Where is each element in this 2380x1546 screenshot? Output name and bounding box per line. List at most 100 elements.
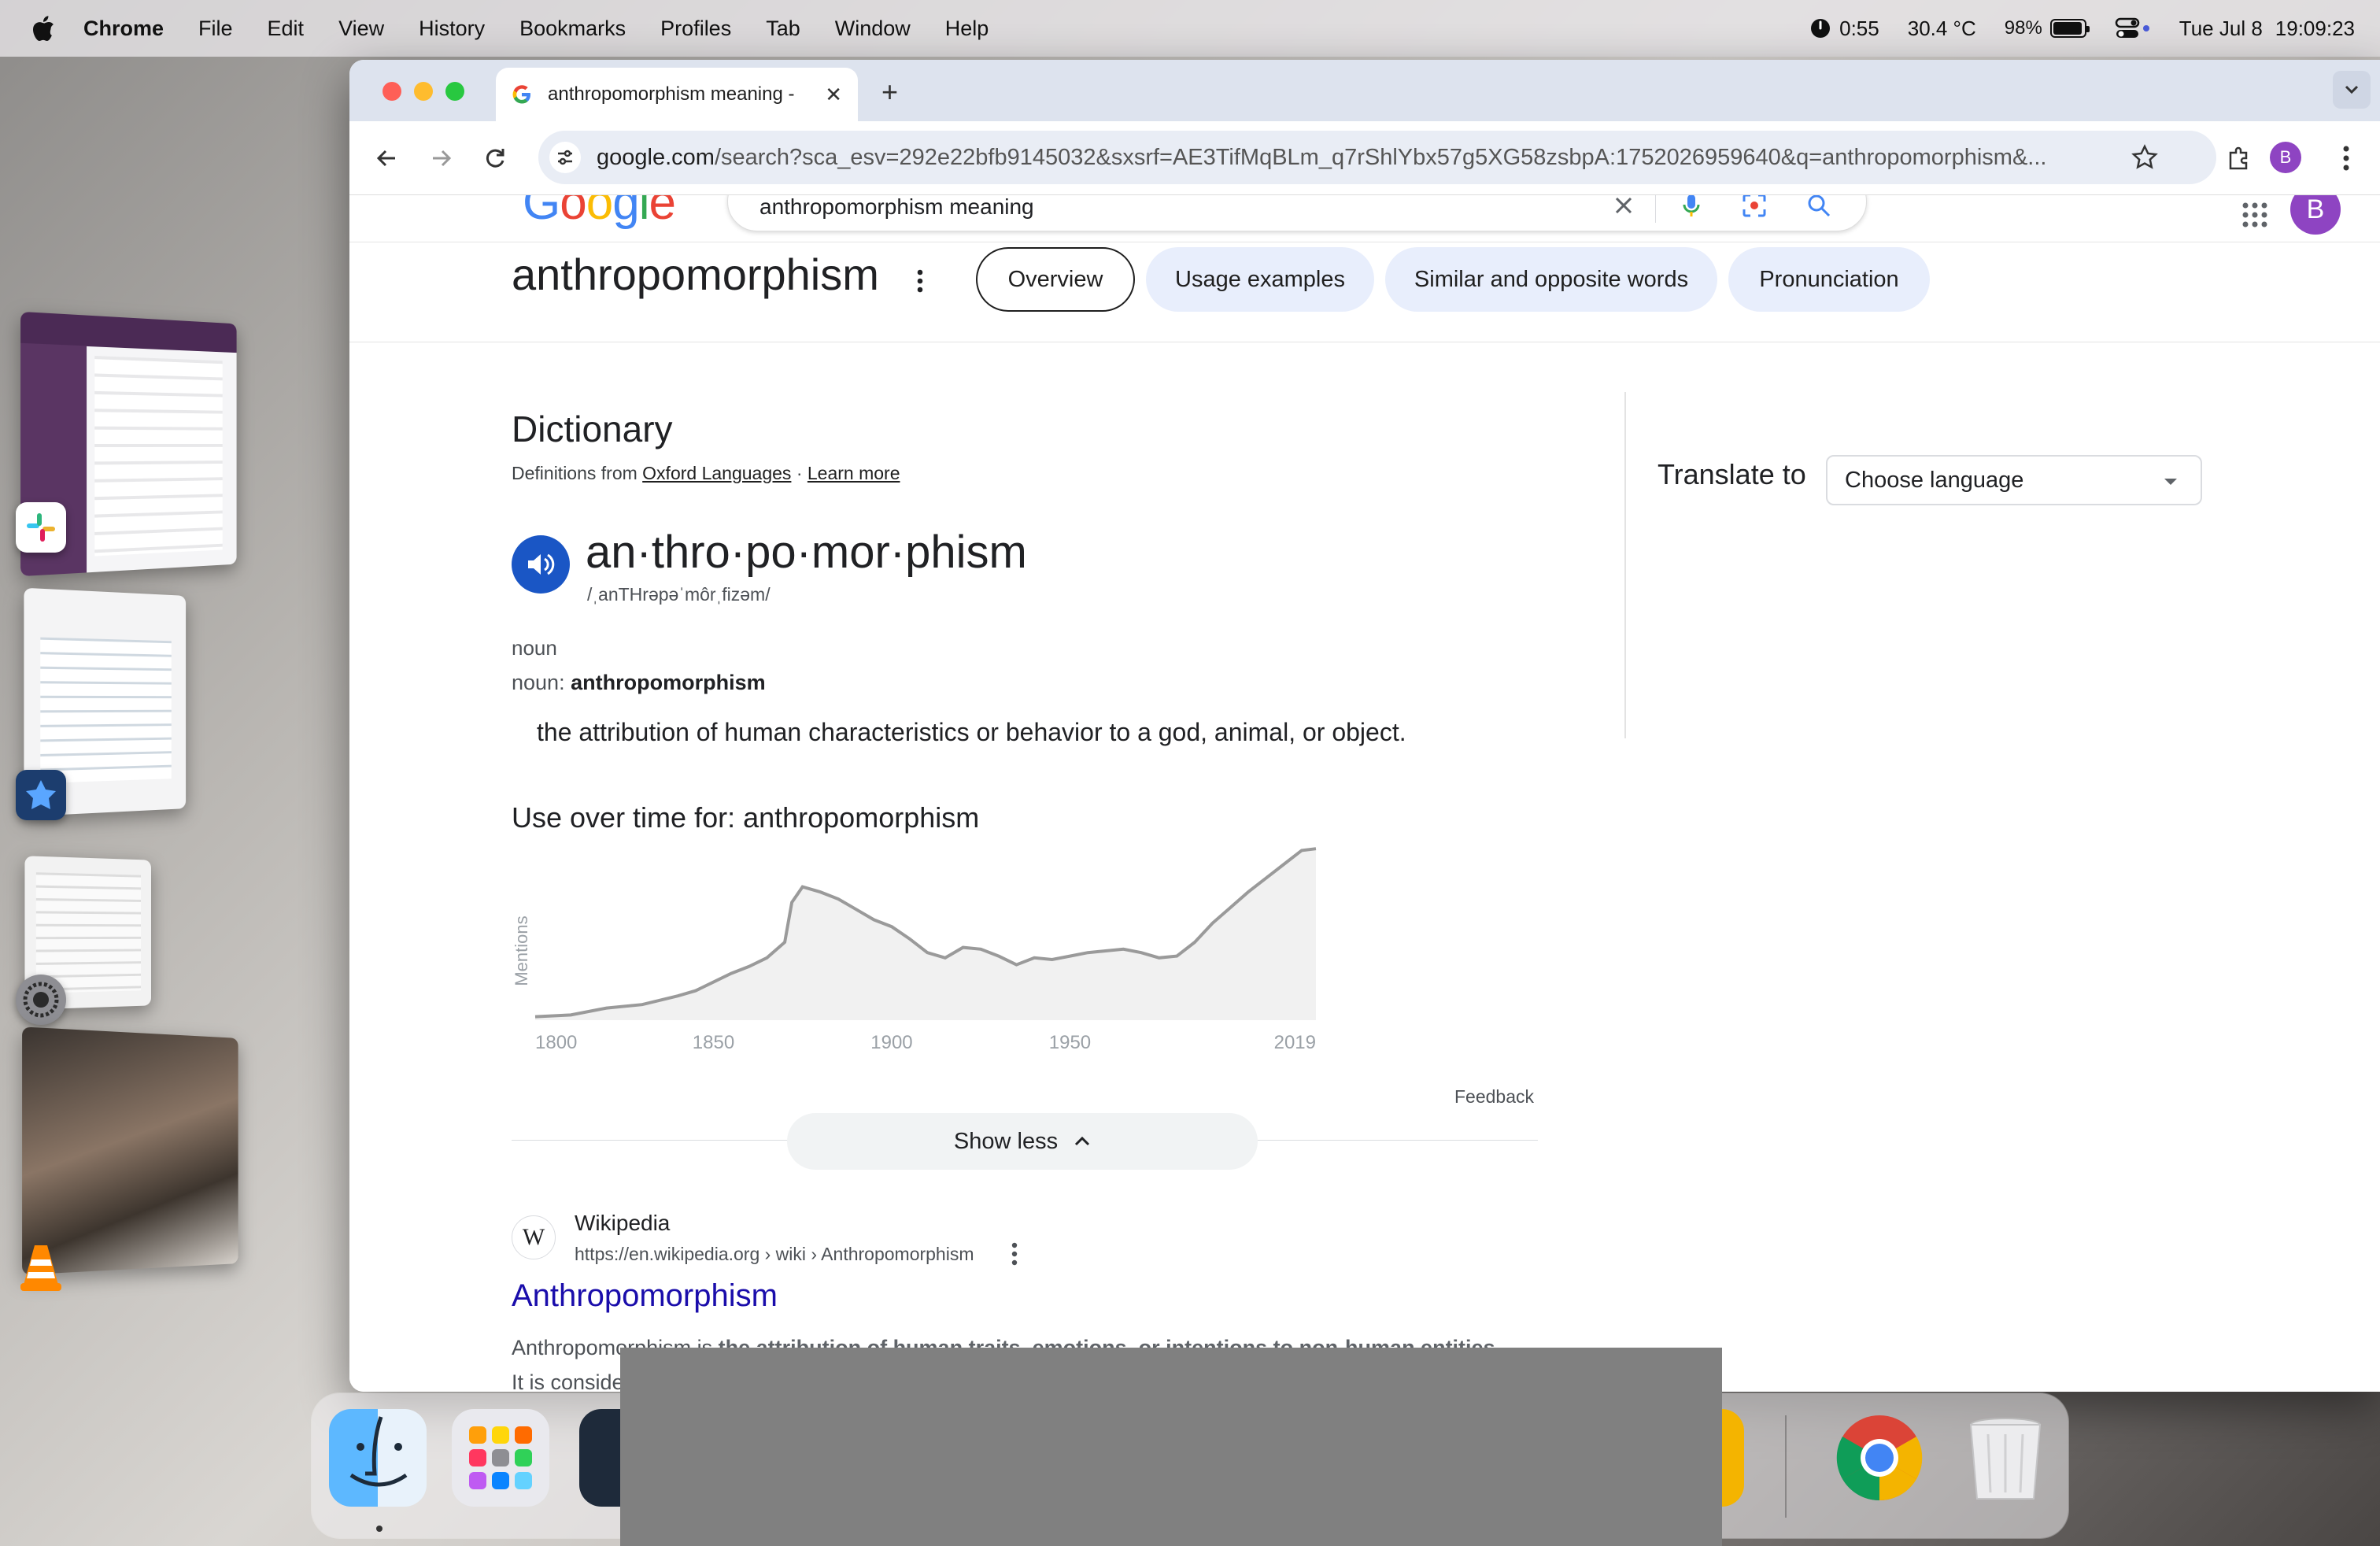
back-button[interactable] <box>367 139 406 178</box>
google-sticky-header: Google anthropomorphism meaning B <box>349 195 2380 242</box>
minimize-window-button[interactable] <box>414 82 433 101</box>
part-of-speech: noun <box>512 636 557 660</box>
puzzle-icon <box>2229 146 2248 170</box>
table-preview <box>40 637 172 784</box>
search-query-text[interactable]: anthropomorphism meaning <box>759 195 1034 220</box>
google-logo[interactable]: Google <box>523 195 676 231</box>
system-settings-icon[interactable] <box>16 975 66 1025</box>
menu-bar: Chrome File Edit View History Bookmarks … <box>0 0 2380 57</box>
menu-window[interactable]: Window <box>835 17 911 41</box>
arrow-left-icon <box>376 150 395 167</box>
wikipedia-result-title[interactable]: Anthropomorphism <box>512 1278 778 1314</box>
slack-icon[interactable] <box>16 502 66 553</box>
lens-search-button[interactable] <box>1739 195 1770 221</box>
language-select[interactable]: Choose language <box>1826 455 2202 505</box>
tab-close-icon[interactable]: ✕ <box>825 83 842 107</box>
wikipedia-favicon-icon: W <box>512 1215 556 1259</box>
menu-edit[interactable]: Edit <box>268 17 305 41</box>
address-bar[interactable]: google.com/search?sca_esv=292e22bfb91450… <box>538 131 2216 184</box>
language-select-value: Choose language <box>1845 467 2024 493</box>
apple-icon[interactable] <box>31 15 55 42</box>
search-icon <box>1808 195 1831 217</box>
close-window-button[interactable] <box>382 82 401 101</box>
google-account-avatar[interactable]: B <box>2290 195 2341 235</box>
menu-file[interactable]: File <box>198 17 233 41</box>
use-over-time-heading: Use over time for: anthropomorphism <box>512 801 980 834</box>
menubar-time[interactable]: 19:09:23 <box>2275 17 2355 41</box>
tab-pronunciation[interactable]: Pronunciation <box>1728 247 1930 312</box>
tab-overview[interactable]: Overview <box>976 247 1135 312</box>
chrome-menu-button[interactable] <box>2326 139 2366 178</box>
result-options-icon[interactable] <box>1011 1242 1018 1266</box>
translate-to-label: Translate to <box>1658 458 1806 490</box>
forward-button[interactable] <box>422 139 461 178</box>
menu-app-name[interactable]: Chrome <box>83 17 164 41</box>
chart-area-fill <box>535 849 1316 1020</box>
reload-icon <box>486 149 504 168</box>
voice-search-button[interactable] <box>1676 195 1707 221</box>
dock-finder-icon[interactable] <box>329 1409 427 1507</box>
zoom-window-button[interactable] <box>445 82 464 101</box>
more-options-icon[interactable] <box>916 269 924 293</box>
timer-icon <box>1811 19 1831 38</box>
site-info-button[interactable] <box>549 142 581 173</box>
menu-profiles[interactable]: Profiles <box>660 17 731 41</box>
url-text[interactable]: google.com/search?sca_esv=292e22bfb91450… <box>597 145 2108 171</box>
dropdown-caret-icon <box>2164 479 2177 485</box>
temperature-status[interactable]: 30.4 °C <box>1908 17 1976 41</box>
menu-bookmarks[interactable]: Bookmarks <box>519 17 626 41</box>
menu-history[interactable]: History <box>419 17 485 41</box>
control-center-icon[interactable] <box>2115 17 2151 40</box>
dock-trash-icon[interactable] <box>1957 1409 2054 1507</box>
dock-xcode-icon[interactable] <box>579 1409 626 1507</box>
chart-x-tick: 1800 <box>535 1032 577 1053</box>
new-tab-button[interactable]: + <box>881 76 898 109</box>
wikipedia-url[interactable]: https://en.wikipedia.org › wiki › Anthro… <box>575 1244 974 1265</box>
battery-status[interactable]: 98% <box>2005 17 2090 39</box>
tab-title: anthropomorphism meaning - <box>548 83 795 105</box>
google-apps-icon[interactable] <box>2241 202 2268 228</box>
wikipedia-site-name[interactable]: Wikipedia <box>575 1211 670 1236</box>
chart-x-tick: 2019 <box>1274 1032 1316 1053</box>
oxford-languages-link[interactable]: Oxford Languages <box>642 463 791 483</box>
dock-launchpad-icon[interactable] <box>452 1409 549 1507</box>
xcode-icon[interactable] <box>16 770 66 820</box>
menu-tab[interactable]: Tab <box>766 17 800 41</box>
chrome-logo-icon <box>1836 1415 1923 1501</box>
stage-vlc-window[interactable] <box>22 1026 238 1275</box>
tab-usage-examples[interactable]: Usage examples <box>1146 247 1374 312</box>
tab-search-button[interactable] <box>2333 71 2371 109</box>
extensions-button[interactable] <box>2219 139 2259 178</box>
clear-search-button[interactable] <box>1608 195 1639 221</box>
chart-plot <box>534 847 1317 1020</box>
menu-view[interactable]: View <box>338 17 384 41</box>
reload-button[interactable] <box>475 139 515 178</box>
speaker-icon <box>528 553 555 575</box>
google-search-box[interactable]: anthropomorphism meaning <box>727 195 1867 231</box>
vlc-icon[interactable] <box>16 1242 66 1293</box>
play-pronunciation-button[interactable] <box>512 535 570 594</box>
show-less-button[interactable]: Show less <box>787 1113 1258 1170</box>
show-less-label: Show less <box>953 1128 1059 1154</box>
noun-prefix: noun: <box>512 671 565 694</box>
bookmark-star-icon[interactable] <box>2131 144 2158 171</box>
tab-similar-opposite-words[interactable]: Similar and opposite words <box>1385 247 1717 312</box>
chrome-window: anthropomorphism meaning - ✕ + google.co… <box>349 60 2380 1392</box>
definitions-source: Definitions from Oxford Languages · Lear… <box>512 463 900 484</box>
dock-chrome-icon[interactable] <box>1831 1409 1928 1507</box>
kebab-menu-icon <box>2343 146 2349 171</box>
tune-icon <box>558 150 572 165</box>
feedback-link[interactable]: Feedback <box>1454 1086 1534 1108</box>
url-path: /search?sca_esv=292e22bfb9145032&sxsrf=A… <box>714 144 2047 170</box>
profile-avatar-button[interactable]: B <box>2270 142 2301 173</box>
timer-status[interactable]: 0:55 <box>1809 17 1879 41</box>
tab-active[interactable]: anthropomorphism meaning - ✕ <box>496 68 858 121</box>
dock-separator <box>1785 1415 1787 1518</box>
search-submit-button[interactable] <box>1803 195 1835 221</box>
dock-app-partial-icon[interactable] <box>1720 1409 1744 1507</box>
menu-help[interactable]: Help <box>945 17 989 41</box>
menubar-date[interactable]: Tue Jul 8 <box>2179 17 2263 41</box>
chevron-down-icon <box>2345 85 2359 94</box>
learn-more-link[interactable]: Learn more <box>808 463 900 483</box>
browser-toolbar: google.com/search?sca_esv=292e22bfb91450… <box>349 121 2380 195</box>
